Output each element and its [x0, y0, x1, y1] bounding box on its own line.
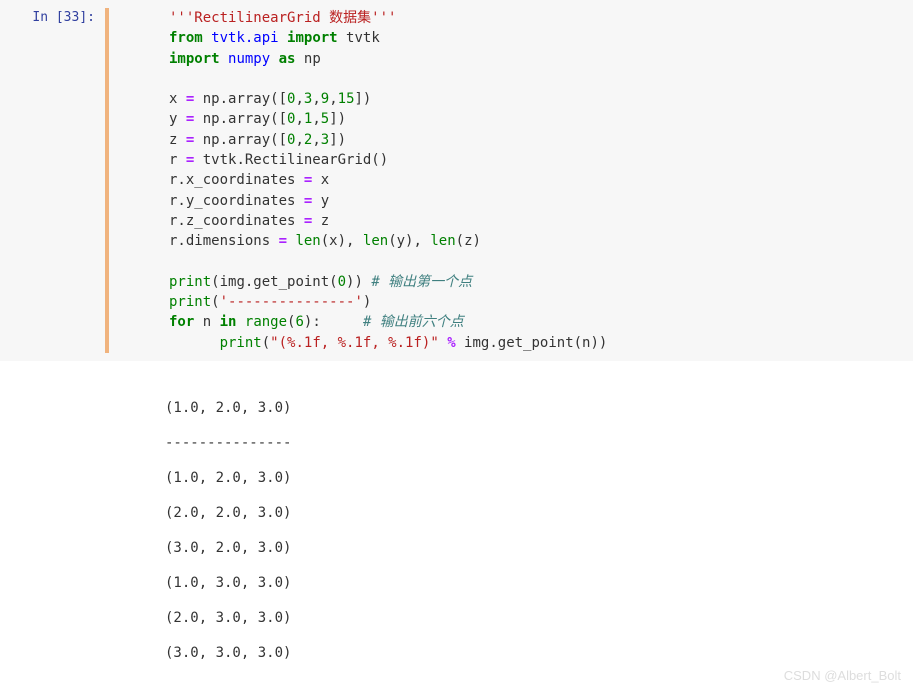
args: (img.get_point( [211, 274, 337, 290]
attr: r.y_coordinates [169, 193, 304, 209]
builtin-print: print [220, 335, 262, 351]
attr: r.dimensions [169, 233, 279, 249]
close: ]) [329, 132, 346, 148]
output-line: (3.0, 3.0, 3.0) [165, 636, 913, 671]
input-prompt: In [33]: [0, 8, 105, 353]
open: ( [211, 294, 219, 310]
output-block: (1.0, 2.0, 3.0) --------------- (1.0, 2.… [0, 361, 913, 671]
num: 3 [304, 91, 312, 107]
string: '---------------' [220, 294, 363, 310]
rest: img.get_point(n)) [456, 335, 608, 351]
output-line: (2.0, 3.0, 3.0) [165, 601, 913, 636]
indent [169, 335, 220, 351]
close: ]) [355, 91, 372, 107]
close: ]) [329, 111, 346, 127]
builtin-print: print [169, 294, 211, 310]
close: )) [346, 274, 371, 290]
call: np.array([ [194, 91, 287, 107]
kw-from: from [169, 30, 203, 46]
code-block[interactable]: '''RectilinearGrid 数据集''' from tvtk.api … [109, 8, 607, 353]
num: 0 [287, 132, 295, 148]
op-mod: % [447, 335, 455, 351]
kw-import: import [287, 30, 338, 46]
rhs: z [312, 213, 329, 229]
num: 0 [338, 274, 346, 290]
sp [236, 314, 244, 330]
num: 6 [295, 314, 303, 330]
close: ) [363, 294, 371, 310]
args: (y), [388, 233, 430, 249]
attr: r.z_coordinates [169, 213, 304, 229]
kw-in: in [220, 314, 237, 330]
builtin-range: range [245, 314, 287, 330]
builtin-len: len [430, 233, 455, 249]
output-line: --------------- [165, 426, 913, 461]
num: 1 [304, 111, 312, 127]
num: 3 [321, 132, 329, 148]
args: (x), [321, 233, 363, 249]
rhs: x [312, 172, 329, 188]
comment: # 输出前六个点 [363, 314, 464, 330]
docstring: '''RectilinearGrid 数据集''' [169, 10, 396, 26]
op-assign: = [279, 233, 287, 249]
num: 5 [321, 111, 329, 127]
import-name: tvtk [346, 30, 380, 46]
watermark: CSDN @Albert_Bolt [784, 668, 901, 683]
close: ): [304, 314, 363, 330]
code-cell: In [33]: '''RectilinearGrid 数据集''' from … [0, 0, 913, 361]
output-line: (1.0, 3.0, 3.0) [165, 566, 913, 601]
output-line: (1.0, 2.0, 3.0) [165, 391, 913, 426]
attr: r.x_coordinates [169, 172, 304, 188]
call: tvtk.RectilinearGrid() [194, 152, 388, 168]
open: ( [262, 335, 270, 351]
string: "(%.1f, %.1f, %.1f)" [270, 335, 439, 351]
num: 0 [287, 91, 295, 107]
module-name: numpy [228, 51, 270, 67]
builtin-print: print [169, 274, 211, 290]
builtin-len: len [295, 233, 320, 249]
module-name: tvtk.api [211, 30, 278, 46]
call: np.array([ [194, 111, 287, 127]
builtin-len: len [363, 233, 388, 249]
call: np.array([ [194, 132, 287, 148]
var-x: x [169, 91, 186, 107]
var-r: r [169, 152, 186, 168]
num: 2 [304, 132, 312, 148]
output-line: (3.0, 2.0, 3.0) [165, 531, 913, 566]
import-alias: np [304, 51, 321, 67]
args: (z) [456, 233, 481, 249]
kw-as: as [279, 51, 296, 67]
rhs: y [312, 193, 329, 209]
num: 15 [338, 91, 355, 107]
kw-for: for [169, 314, 194, 330]
output-line: (1.0, 2.0, 3.0) [165, 461, 913, 496]
comment: # 输出第一个点 [371, 274, 472, 290]
var-y: y [169, 111, 186, 127]
num: 0 [287, 111, 295, 127]
kw-import: import [169, 51, 220, 67]
var-n: n [194, 314, 219, 330]
var-z: z [169, 132, 186, 148]
output-line: (2.0, 2.0, 3.0) [165, 496, 913, 531]
num: 9 [321, 91, 329, 107]
sp [439, 335, 447, 351]
